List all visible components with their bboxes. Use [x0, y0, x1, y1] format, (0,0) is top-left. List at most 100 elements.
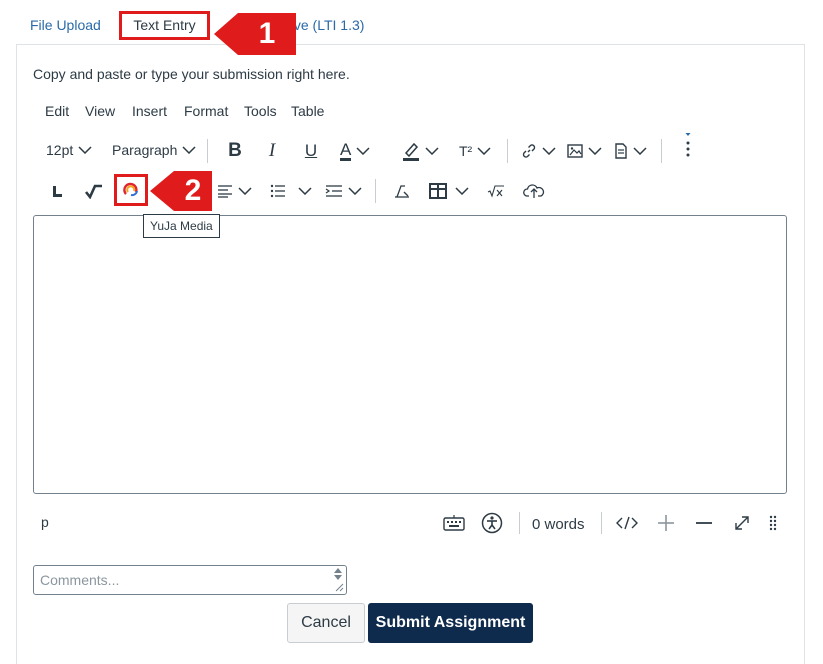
accessibility-checker-button[interactable]: [481, 512, 503, 534]
toolbar-divider: [375, 179, 376, 203]
step-1-callout: 1: [214, 13, 296, 55]
font-size-select[interactable]: 12pt: [46, 139, 92, 161]
zoom-out-button[interactable]: [694, 513, 714, 533]
code-icon: [616, 516, 638, 530]
keyboard-shortcuts-button[interactable]: [443, 512, 465, 534]
tab-text-entry[interactable]: Text Entry: [119, 11, 210, 40]
cancel-button[interactable]: Cancel: [287, 603, 365, 643]
step-2-callout: 2: [150, 171, 212, 211]
menu-tools[interactable]: Tools: [244, 103, 277, 119]
list-button[interactable]: [270, 181, 312, 201]
upload-media-button[interactable]: [523, 181, 545, 201]
table-icon: [429, 183, 447, 199]
instructions-text: Copy and paste or type your submission r…: [33, 66, 350, 82]
vertical-dots-icon: [685, 133, 691, 157]
highlight-color-button[interactable]: [402, 139, 439, 163]
radical-icon: [84, 184, 102, 199]
plus-icon: [658, 515, 674, 531]
superscript-button[interactable]: T²: [459, 139, 491, 163]
word-count[interactable]: 0 words: [532, 516, 585, 533]
menu-format[interactable]: Format: [184, 103, 228, 119]
rich-text-editor[interactable]: [33, 215, 787, 494]
menu-insert[interactable]: Insert: [132, 103, 167, 119]
zoom-in-button[interactable]: [656, 513, 676, 533]
document-button[interactable]: [614, 139, 647, 163]
underline-button[interactable]: U: [301, 139, 321, 163]
toolbar-divider: [207, 139, 208, 163]
italic-button[interactable]: I: [262, 139, 282, 163]
submit-assignment-button[interactable]: Submit Assignment: [368, 603, 533, 643]
indent-icon: [325, 185, 342, 197]
more-options-button[interactable]: [680, 132, 696, 160]
yuja-media-icon: [123, 182, 138, 197]
yuja-media-button[interactable]: [114, 174, 148, 206]
resize-grip-icon: [334, 568, 344, 592]
step-1-number: 1: [238, 13, 296, 55]
tab-file-upload[interactable]: File Upload: [30, 16, 101, 34]
square-root-icon: [487, 185, 504, 198]
italic-icon: I: [268, 140, 276, 161]
chevron-down-icon: [356, 147, 370, 155]
equation-app-button[interactable]: [84, 181, 104, 201]
lti-tool-1-button[interactable]: [48, 181, 66, 201]
menu-view[interactable]: View: [85, 103, 115, 119]
align-left-icon: [218, 185, 232, 198]
fullscreen-button[interactable]: [732, 513, 752, 533]
statusbar-divider: [519, 512, 520, 534]
equation-button[interactable]: [487, 181, 505, 201]
step-2-number: 2: [174, 171, 212, 211]
image-button[interactable]: [567, 139, 602, 163]
menu-table[interactable]: Table: [291, 103, 324, 119]
minus-icon: [696, 522, 712, 524]
lti-app-icon: [53, 186, 62, 197]
link-button[interactable]: [521, 139, 556, 163]
resize-handle[interactable]: [768, 514, 778, 532]
text-color-icon: A: [340, 139, 352, 161]
chevron-down-icon: [455, 187, 469, 195]
toolbar-divider: [507, 139, 508, 163]
chevron-down-icon: [477, 147, 491, 155]
element-path[interactable]: p: [41, 514, 49, 530]
expand-icon: [735, 516, 749, 530]
underline-icon: U: [304, 141, 318, 160]
highlighter-icon: [403, 142, 419, 161]
image-icon: [567, 144, 583, 158]
keyboard-icon: [443, 515, 465, 531]
html-editor-button[interactable]: [616, 513, 638, 533]
clear-formatting-icon: [395, 185, 409, 198]
chevron-down-icon: [78, 146, 92, 154]
comments-field[interactable]: [33, 565, 347, 595]
accessibility-icon: [481, 512, 503, 534]
statusbar-divider: [601, 512, 602, 534]
bullet-list-icon: [270, 184, 285, 198]
chevron-down-icon: [588, 147, 602, 155]
bold-icon: B: [228, 140, 242, 161]
clear-formatting-button[interactable]: [393, 181, 411, 201]
superscript-icon: T²: [459, 143, 473, 159]
block-format-select[interactable]: Paragraph: [112, 139, 196, 161]
text-color-button[interactable]: A: [340, 139, 370, 163]
menu-edit[interactable]: Edit: [45, 103, 69, 119]
block-format-value: Paragraph: [112, 142, 178, 158]
bold-button[interactable]: B: [225, 139, 245, 163]
chevron-down-icon: [298, 187, 312, 195]
toolbar-divider: [661, 139, 662, 163]
cloud-upload-icon: [523, 184, 545, 198]
indent-button[interactable]: [325, 181, 362, 201]
chevron-down-icon: [425, 147, 439, 155]
document-icon: [615, 143, 627, 159]
chevron-down-icon: [542, 147, 556, 155]
drag-handle-icon: [769, 515, 777, 531]
chevron-down-icon: [348, 187, 362, 195]
chevron-down-icon: [633, 147, 647, 155]
comments-resize-handle[interactable]: [332, 567, 344, 593]
chevron-down-icon: [182, 146, 196, 154]
align-button[interactable]: [217, 181, 252, 201]
font-size-value: 12pt: [46, 142, 74, 158]
callout-arrow-icon: [214, 13, 238, 55]
link-icon: [522, 144, 536, 158]
callout-arrow-icon: [150, 171, 174, 211]
chevron-down-icon: [238, 187, 252, 195]
yuja-media-tooltip: YuJa Media: [143, 214, 220, 238]
table-button[interactable]: [429, 181, 469, 201]
